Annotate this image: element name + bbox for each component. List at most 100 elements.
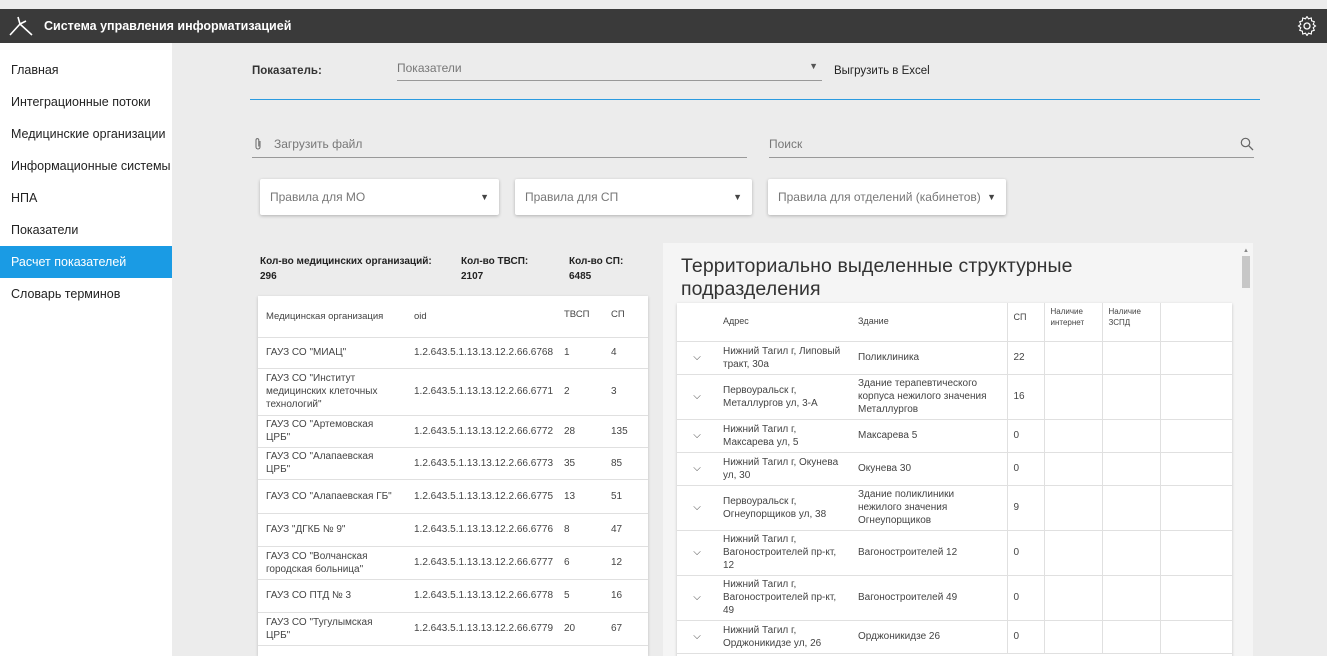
column-header-sp[interactable]: СП [603,296,648,338]
export-excel-button[interactable]: Выгрузить в Excel [834,65,930,77]
cell-oid: 1.2.643.5.1.13.13.12.2.66.6779 [406,612,556,646]
cell-building: Вагоностроителей 12 [852,530,1008,576]
cell-address: Нижний Тагил г, Окунева ул, 30 [717,452,852,486]
table-header-row: Адрес Здание СП Наличие интернет Наличие… [677,303,1232,342]
column-header-internet[interactable]: Наличие интернет [1044,303,1103,342]
column-header-address[interactable]: Адрес [717,303,852,342]
sidebar-item-medical-organizations[interactable]: Медицинские организации [0,118,172,150]
sidebar-item-indicator-calculation[interactable]: Расчет показателей [0,246,172,278]
column-header-zspd[interactable]: Наличие ЗСПД [1102,303,1161,342]
chevron-down-icon[interactable]: ⌵ [677,341,717,375]
search-icon[interactable] [1240,137,1254,151]
cell-building: Здание поликлиники нежилого значения Огн… [852,485,1008,531]
table-row[interactable]: ⌵ Нижний Тагил г, Липовый тракт, 30а Пол… [677,341,1232,375]
table-row[interactable]: ГАУЗ "ДГКБ № 9" 1.2.643.5.1.13.13.12.2.6… [258,513,648,547]
cell-organization: ГАУЗ СО "Алапаевская ЦРБ" [258,447,406,480]
cell-building: Вагоностроителей 49 [852,575,1008,621]
column-header-building[interactable]: Здание [852,303,1008,342]
chevron-down-icon[interactable]: ⌵ [677,374,717,420]
cell-sp: 9 [1007,485,1045,531]
sidebar-item-npa[interactable]: НПА [0,182,172,214]
sidebar-item-information-systems[interactable]: Информационные системы [0,150,172,182]
cell-building: Здание терапевтического корпуса нежилого… [852,374,1008,420]
cell-oid: 1.2.643.5.1.13.13.12.2.66.6768 [406,337,556,369]
organizations-table-card: Медицинская организация oid ТВСП СП ГАУЗ… [258,296,648,656]
chevron-down-icon[interactable]: ⌵ [677,452,717,486]
cell-zspd [1102,620,1161,654]
scroll-up-icon[interactable]: ▲ [1242,248,1250,254]
cell-tvsp: 2 [556,368,603,416]
cell-oid: 1.2.643.5.1.13.13.12.2.66.6772 [406,415,556,448]
cell-organization: ГАУЗ "ДГКБ № 9" [258,513,406,547]
chevron-down-icon[interactable]: ⌵ [677,485,717,531]
table-row[interactable]: ГАУЗ СО "Тугулымская ЦРБ" 1.2.643.5.1.13… [258,612,648,646]
cell-sp: 16 [1007,374,1045,420]
cell-address: Нижний Тагил г, Максарева ул, 5 [717,419,852,453]
cell-sp: 0 [1007,530,1045,576]
table-row[interactable]: ⌵ Нижний Тагил г, Вагоностроителей пр-кт… [677,530,1232,576]
rules-mo-select[interactable]: Правила для МО ▼ [260,179,499,215]
cell-internet [1044,530,1103,576]
search-input[interactable]: Поиск [769,137,1254,158]
cell-zspd [1102,374,1161,420]
paperclip-icon [255,138,261,150]
sidebar-item-integration-flows[interactable]: Интеграционные потоки [0,86,172,118]
column-header-tvsp[interactable]: ТВСП [556,296,603,338]
column-header-sp[interactable]: СП [1007,303,1045,342]
cell-organization: ГАУЗ СО "Волчанская городская больница" [258,546,406,580]
tvsp-table: Адрес Здание СП Наличие интернет Наличие… [677,303,1232,654]
cell-sp: 12 [603,546,648,580]
stat-sp-label: Кол-во СП: [569,256,624,267]
cell-tvsp: 35 [556,447,603,480]
cell-sp: 0 [1007,575,1045,621]
indicator-label: Показатель: [252,65,322,77]
vertical-scrollbar[interactable]: ▲ [1242,248,1250,656]
chevron-down-icon[interactable]: ⌵ [677,575,717,621]
cell-sp: 0 [1007,452,1045,486]
cell-oid: 1.2.643.5.1.13.13.12.2.66.6773 [406,447,556,480]
table-row[interactable]: ⌵ Нижний Тагил г, Вагоностроителей пр-кт… [677,575,1232,621]
chevron-down-icon[interactable]: ⌵ [677,620,717,654]
table-row[interactable]: ГАУЗ СО ПТД № 3 1.2.643.5.1.13.13.12.2.6… [258,579,648,613]
cell-sp: 51 [603,479,648,514]
sidebar-item-home[interactable]: Главная [0,54,172,86]
cell-internet [1044,575,1103,621]
column-header-organization[interactable]: Медицинская организация [258,296,406,338]
caret-down-icon: ▼ [809,61,818,71]
chevron-down-icon[interactable]: ⌵ [677,530,717,576]
indicator-select[interactable]: Показатели ▼ [397,61,822,81]
cell-tvsp: 8 [556,513,603,547]
table-row[interactable]: ГАУЗ СО "Алапаевская ГБ" 1.2.643.5.1.13.… [258,479,648,514]
table-row[interactable]: ГАУЗ СО "Волчанская городская больница" … [258,546,648,580]
chevron-down-icon[interactable]: ⌵ [677,419,717,453]
cell-sp: 3 [603,368,648,416]
table-row[interactable]: ⌵ Первоуральск г, Огнеупорщиков ул, 38 З… [677,485,1232,531]
rules-dept-select[interactable]: Правила для отделений (кабинетов) ▼ [768,179,1006,215]
scrollbar-thumb[interactable] [1242,256,1250,288]
rules-mo-label: Правила для МО [270,190,366,204]
cell-internet [1044,341,1103,375]
table-row[interactable]: ГАУЗ СО "Институт медицинских клеточных … [258,368,648,416]
table-row[interactable]: ⌵ Нижний Тагил г, Максарева ул, 5 Максар… [677,419,1232,453]
stat-tvsp-label: Кол-во ТВСП: [461,256,529,267]
rules-sp-select[interactable]: Правила для СП ▼ [515,179,752,215]
stat-sp-count: Кол-во СП: 6485 [569,254,623,284]
cell-internet [1044,374,1103,420]
table-row[interactable]: ⌵ Нижний Тагил г, Орджоникидзе ул, 26 Ор… [677,620,1232,654]
sidebar-item-indicators[interactable]: Показатели [0,214,172,246]
cell-building: Орджоникидзе 26 [852,620,1008,654]
table-row[interactable]: ГАУЗ СО "Артемовская ЦРБ" 1.2.643.5.1.13… [258,415,648,448]
cell-organization: ГАУЗ СО "Артемовская ЦРБ" [258,415,406,448]
gear-icon[interactable] [1297,16,1317,36]
table-row[interactable]: ГАУЗ СО "МИАЦ" 1.2.643.5.1.13.13.12.2.66… [258,337,648,369]
column-header-oid[interactable]: oid [406,296,556,338]
table-row[interactable]: ГАУЗ СО "Алапаевская ЦРБ" 1.2.643.5.1.13… [258,447,648,480]
cell-building: Поликлиника [852,341,1008,375]
cell-oid: 1.2.643.5.1.13.13.12.2.66.6775 [406,479,556,514]
upload-file-field[interactable]: Загрузить файл [252,137,747,158]
sidebar-item-glossary[interactable]: Словарь терминов [0,278,172,310]
cell-zspd [1102,485,1161,531]
table-row[interactable]: ⌵ Нижний Тагил г, Окунева ул, 30 Окунева… [677,452,1232,486]
table-row[interactable]: ⌵ Первоуральск г, Металлургов ул, 3-А Зд… [677,374,1232,420]
cell-address: Первоуральск г, Металлургов ул, 3-А [717,374,852,420]
